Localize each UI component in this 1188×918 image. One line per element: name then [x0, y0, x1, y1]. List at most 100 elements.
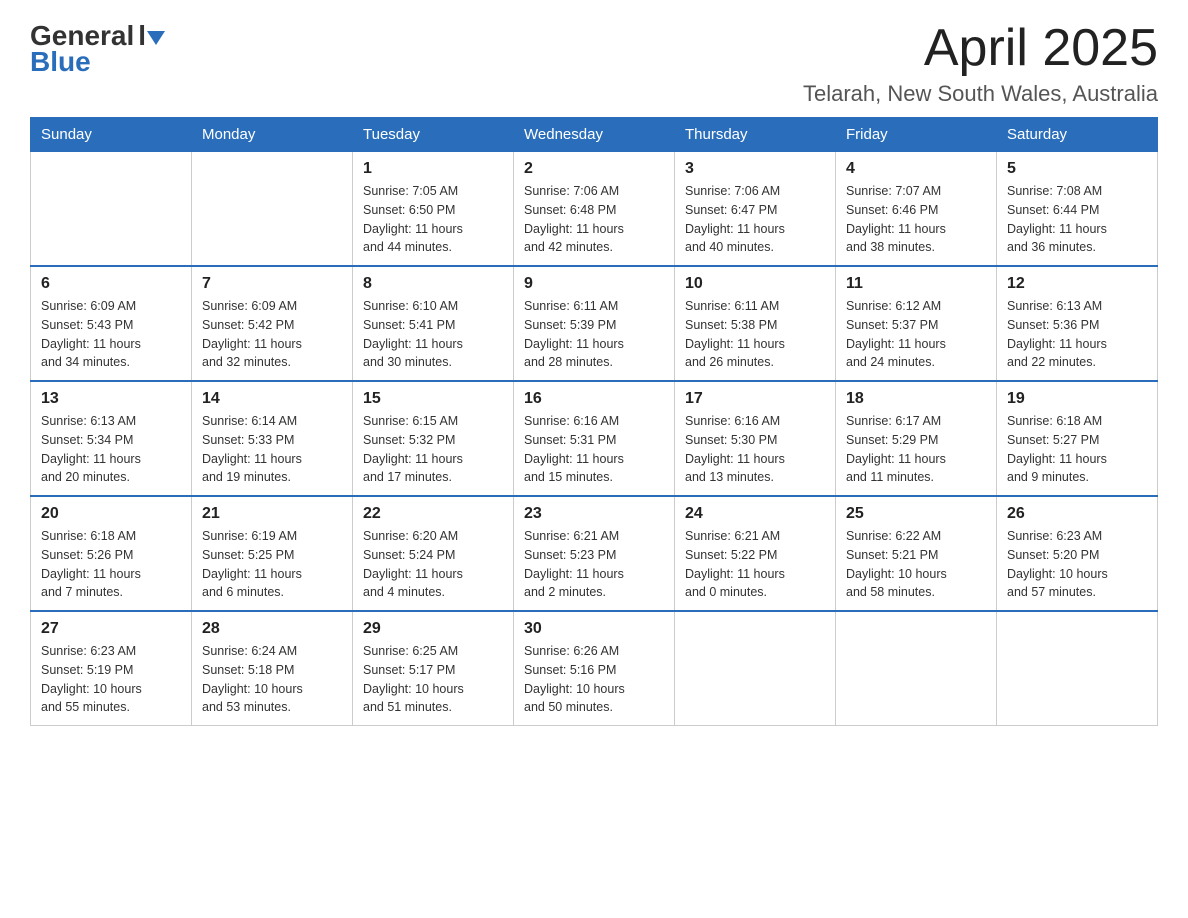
calendar-week-row: 27 Sunrise: 6:23 AMSunset: 5:19 PMDayligh…	[31, 611, 1158, 726]
day-info: Sunrise: 6:09 AMSunset: 5:43 PMDaylight:…	[41, 297, 181, 372]
table-row: 4 Sunrise: 7:07 AMSunset: 6:46 PMDaylight…	[836, 152, 997, 267]
table-row: 26 Sunrise: 6:23 AMSunset: 5:20 PMDayligh…	[997, 496, 1158, 611]
day-info: Sunrise: 6:13 AMSunset: 5:34 PMDaylight:…	[41, 412, 181, 487]
table-row: 22Sunrise: 6:20 AMSunset: 5:24 PMDayligh…	[353, 496, 514, 611]
day-info: Sunrise: 7:06 AMSunset: 6:47 PMDaylight:…	[685, 182, 825, 257]
logo: General l Blue	[30, 20, 165, 78]
day-number: 2	[524, 160, 664, 178]
table-row	[31, 152, 192, 267]
table-row: 17 Sunrise: 6:16 AMSunset: 5:30 PMDayligh…	[675, 381, 836, 496]
day-info: Sunrise: 6:16 AMSunset: 5:31 PMDaylight:…	[524, 412, 664, 487]
day-number: 16	[524, 390, 664, 408]
table-row: 15Sunrise: 6:15 AMSunset: 5:32 PMDayligh…	[353, 381, 514, 496]
day-number: 12	[1007, 275, 1147, 293]
table-row: 6 Sunrise: 6:09 AMSunset: 5:43 PMDaylight…	[31, 266, 192, 381]
table-row: 20 Sunrise: 6:18 AMSunset: 5:26 PMDayligh…	[31, 496, 192, 611]
day-info: Sunrise: 6:15 AMSunset: 5:32 PMDaylight:…	[363, 412, 503, 487]
table-row: 10 Sunrise: 6:11 AMSunset: 5:38 PMDayligh…	[675, 266, 836, 381]
day-number: 1	[363, 160, 503, 178]
day-number: 28	[202, 620, 342, 638]
table-row: 29 Sunrise: 6:25 AMSunset: 5:17 PMDayligh…	[353, 611, 514, 726]
table-row: 18 Sunrise: 6:17 AMSunset: 5:29 PMDayligh…	[836, 381, 997, 496]
day-info: Sunrise: 6:14 AMSunset: 5:33 PMDaylight:…	[202, 412, 342, 487]
day-info: Sunrise: 6:18 AMSunset: 5:27 PMDaylight:…	[1007, 412, 1147, 487]
day-number: 4	[846, 160, 986, 178]
table-row: 30 Sunrise: 6:26 AMSunset: 5:16 PMDayligh…	[514, 611, 675, 726]
day-number: 27	[41, 620, 181, 638]
col-tuesday: Tuesday	[353, 118, 514, 152]
day-info: Sunrise: 6:17 AMSunset: 5:29 PMDaylight:…	[846, 412, 986, 487]
table-row	[675, 611, 836, 726]
day-info: Sunrise: 6:21 AMSunset: 5:22 PMDaylight:…	[685, 527, 825, 602]
day-number: 29	[363, 620, 503, 638]
day-number: 24	[685, 505, 825, 523]
day-number: 20	[41, 505, 181, 523]
table-row: 12 Sunrise: 6:13 AMSunset: 5:36 PMDayligh…	[997, 266, 1158, 381]
calendar-week-row: 20 Sunrise: 6:18 AMSunset: 5:26 PMDayligh…	[31, 496, 1158, 611]
month-title: April 2025	[803, 20, 1158, 77]
table-row: 8Sunrise: 6:10 AMSunset: 5:41 PMDaylight…	[353, 266, 514, 381]
table-row: 27 Sunrise: 6:23 AMSunset: 5:19 PMDayligh…	[31, 611, 192, 726]
day-number: 7	[202, 275, 342, 293]
day-info: Sunrise: 6:16 AMSunset: 5:30 PMDaylight:…	[685, 412, 825, 487]
day-info: Sunrise: 7:08 AMSunset: 6:44 PMDaylight:…	[1007, 182, 1147, 257]
day-info: Sunrise: 6:09 AMSunset: 5:42 PMDaylight:…	[202, 297, 342, 372]
day-number: 21	[202, 505, 342, 523]
day-info: Sunrise: 6:23 AMSunset: 5:20 PMDaylight:…	[1007, 527, 1147, 602]
day-number: 25	[846, 505, 986, 523]
day-info: Sunrise: 7:07 AMSunset: 6:46 PMDaylight:…	[846, 182, 986, 257]
table-row: 14 Sunrise: 6:14 AMSunset: 5:33 PMDayligh…	[192, 381, 353, 496]
day-number: 9	[524, 275, 664, 293]
table-row: 3 Sunrise: 7:06 AMSunset: 6:47 PMDaylight…	[675, 152, 836, 267]
day-info: Sunrise: 6:19 AMSunset: 5:25 PMDaylight:…	[202, 527, 342, 602]
table-row: 1Sunrise: 7:05 AMSunset: 6:50 PMDaylight…	[353, 152, 514, 267]
day-info: Sunrise: 7:06 AMSunset: 6:48 PMDaylight:…	[524, 182, 664, 257]
table-row	[836, 611, 997, 726]
day-info: Sunrise: 6:10 AMSunset: 5:41 PMDaylight:…	[363, 297, 503, 372]
table-row: 24 Sunrise: 6:21 AMSunset: 5:22 PMDayligh…	[675, 496, 836, 611]
table-row: 9 Sunrise: 6:11 AMSunset: 5:39 PMDaylight…	[514, 266, 675, 381]
col-monday: Monday	[192, 118, 353, 152]
table-row: 23 Sunrise: 6:21 AMSunset: 5:23 PMDayligh…	[514, 496, 675, 611]
day-info: Sunrise: 6:13 AMSunset: 5:36 PMDaylight:…	[1007, 297, 1147, 372]
day-number: 10	[685, 275, 825, 293]
location-title: Telarah, New South Wales, Australia	[803, 81, 1158, 107]
day-info: Sunrise: 6:18 AMSunset: 5:26 PMDaylight:…	[41, 527, 181, 602]
col-saturday: Saturday	[997, 118, 1158, 152]
table-row: 21 Sunrise: 6:19 AMSunset: 5:25 PMDayligh…	[192, 496, 353, 611]
day-number: 11	[846, 275, 986, 293]
table-row: 28Sunrise: 6:24 AMSunset: 5:18 PMDayligh…	[192, 611, 353, 726]
calendar-week-row: 6 Sunrise: 6:09 AMSunset: 5:43 PMDaylight…	[31, 266, 1158, 381]
day-number: 17	[685, 390, 825, 408]
day-number: 23	[524, 505, 664, 523]
day-info: Sunrise: 6:25 AMSunset: 5:17 PMDaylight:…	[363, 642, 503, 717]
day-info: Sunrise: 6:26 AMSunset: 5:16 PMDaylight:…	[524, 642, 664, 717]
table-row: 7 Sunrise: 6:09 AMSunset: 5:42 PMDaylight…	[192, 266, 353, 381]
day-info: Sunrise: 6:11 AMSunset: 5:39 PMDaylight:…	[524, 297, 664, 372]
table-row: 16 Sunrise: 6:16 AMSunset: 5:31 PMDayligh…	[514, 381, 675, 496]
day-number: 18	[846, 390, 986, 408]
title-area: April 2025 Telarah, New South Wales, Aus…	[803, 20, 1158, 107]
day-number: 6	[41, 275, 181, 293]
day-number: 30	[524, 620, 664, 638]
day-info: Sunrise: 6:23 AMSunset: 5:19 PMDaylight:…	[41, 642, 181, 717]
table-row: 2 Sunrise: 7:06 AMSunset: 6:48 PMDaylight…	[514, 152, 675, 267]
page-header: General l Blue April 2025 Telarah, New S…	[30, 20, 1158, 107]
day-info: Sunrise: 6:11 AMSunset: 5:38 PMDaylight:…	[685, 297, 825, 372]
col-wednesday: Wednesday	[514, 118, 675, 152]
col-sunday: Sunday	[31, 118, 192, 152]
col-thursday: Thursday	[675, 118, 836, 152]
calendar-week-row: 1Sunrise: 7:05 AMSunset: 6:50 PMDaylight…	[31, 152, 1158, 267]
day-number: 5	[1007, 160, 1147, 178]
table-row: 11 Sunrise: 6:12 AMSunset: 5:37 PMDayligh…	[836, 266, 997, 381]
day-info: Sunrise: 6:21 AMSunset: 5:23 PMDaylight:…	[524, 527, 664, 602]
day-info: Sunrise: 6:12 AMSunset: 5:37 PMDaylight:…	[846, 297, 986, 372]
day-info: Sunrise: 6:20 AMSunset: 5:24 PMDaylight:…	[363, 527, 503, 602]
table-row: 5 Sunrise: 7:08 AMSunset: 6:44 PMDaylight…	[997, 152, 1158, 267]
day-number: 19	[1007, 390, 1147, 408]
day-number: 14	[202, 390, 342, 408]
logo-wordmark: General l Blue	[30, 20, 165, 78]
day-number: 26	[1007, 505, 1147, 523]
day-number: 3	[685, 160, 825, 178]
calendar-week-row: 13Sunrise: 6:13 AMSunset: 5:34 PMDayligh…	[31, 381, 1158, 496]
